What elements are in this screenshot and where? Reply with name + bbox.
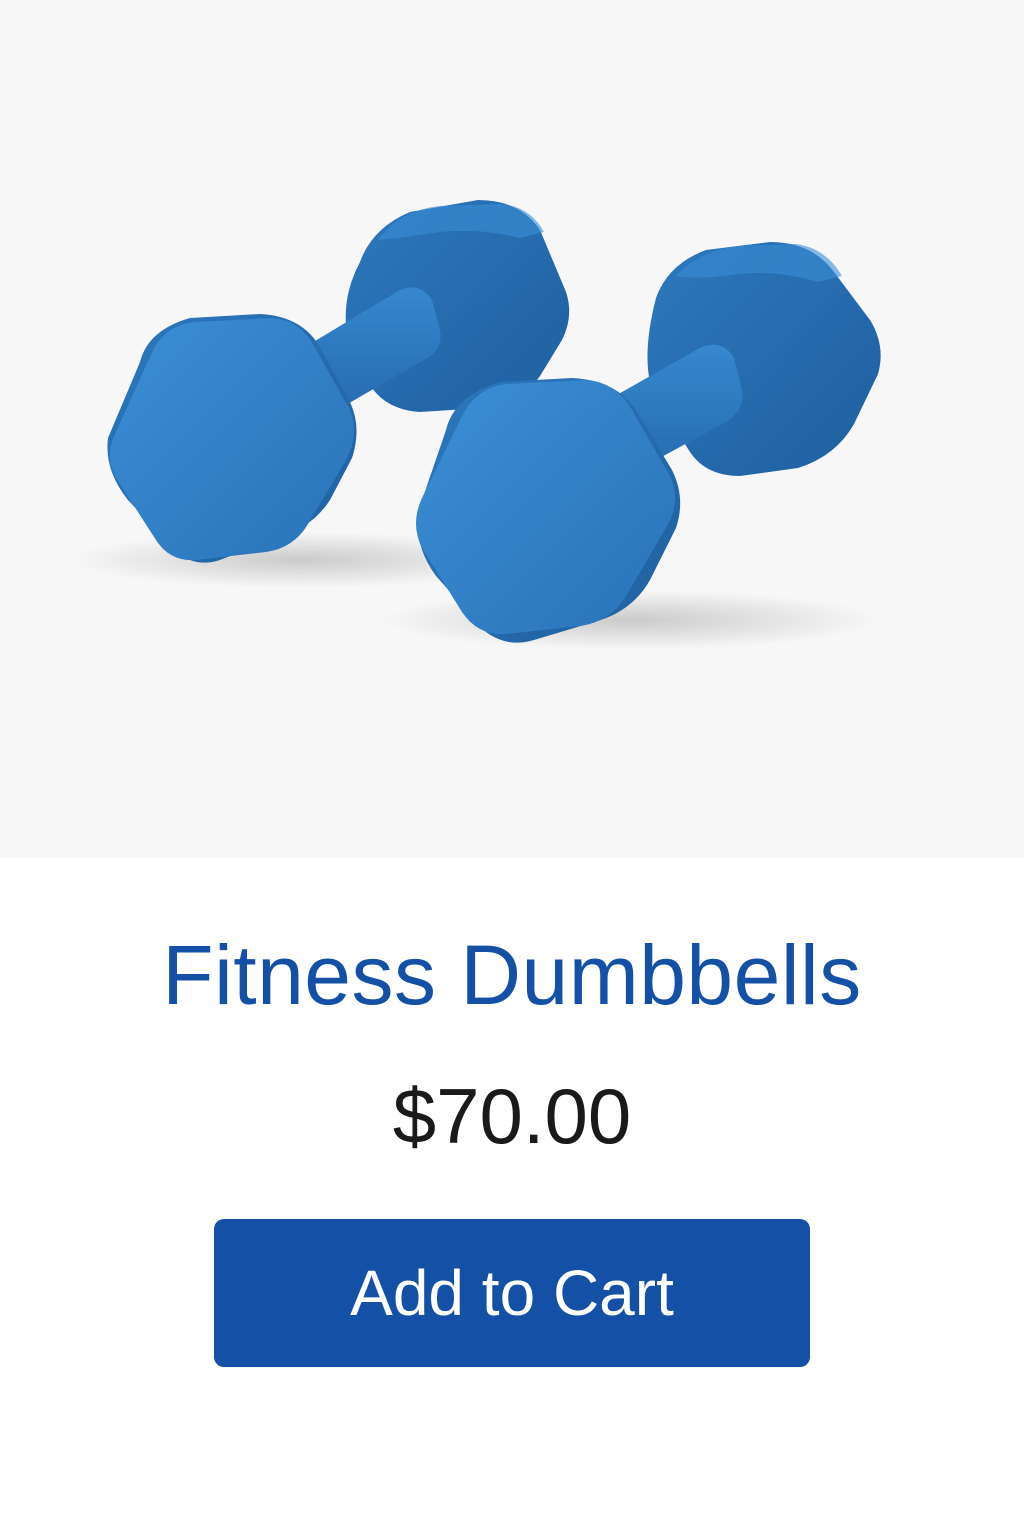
add-to-cart-button[interactable]: Add to Cart: [214, 1219, 810, 1367]
product-image: [0, 0, 1024, 858]
product-page: Fitness Dumbbells $70.00 Add to Cart: [0, 0, 1024, 1536]
dumbbells-illustration: [70, 200, 881, 650]
product-price: $70.00: [392, 1072, 632, 1160]
product-title: Fitness Dumbbells: [162, 928, 862, 1022]
